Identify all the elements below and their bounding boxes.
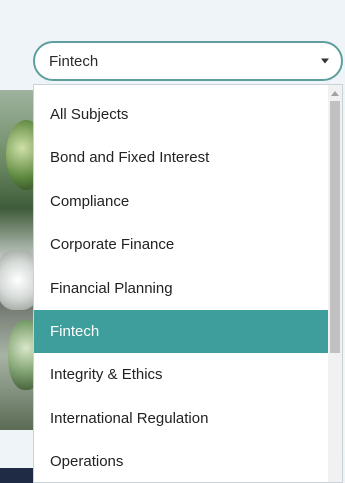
dropdown-option[interactable]: International Regulation xyxy=(34,397,328,440)
dropdown-option[interactable]: Fintech xyxy=(34,309,328,354)
dropdown-option[interactable]: Corporate Finance xyxy=(34,223,328,266)
dropdown-option[interactable]: Operations xyxy=(34,440,328,482)
caret-down-icon[interactable] xyxy=(321,58,329,64)
dropdown-option[interactable]: Integrity & Ethics xyxy=(34,353,328,396)
subject-select[interactable]: Fintech xyxy=(33,41,343,81)
subject-select-value: Fintech xyxy=(49,52,99,70)
dropdown-option[interactable]: Financial Planning xyxy=(34,267,328,310)
subject-dropdown-list[interactable]: All Subjects Bond and Fixed Interest Compl… xyxy=(33,84,343,483)
scrollbar-thumb[interactable] xyxy=(330,101,340,353)
arrow-up-icon[interactable] xyxy=(331,91,339,96)
page: Fintech All Subjects Bond and Fixed Inter… xyxy=(0,0,345,483)
dropdown-option[interactable]: All Subjects xyxy=(34,93,328,136)
option-list: All Subjects Bond and Fixed Interest Compl… xyxy=(34,85,328,482)
dropdown-option[interactable]: Bond and Fixed Interest xyxy=(34,136,328,179)
dropdown-scrollbar[interactable] xyxy=(328,85,342,482)
dropdown-option[interactable]: Compliance xyxy=(34,180,328,223)
